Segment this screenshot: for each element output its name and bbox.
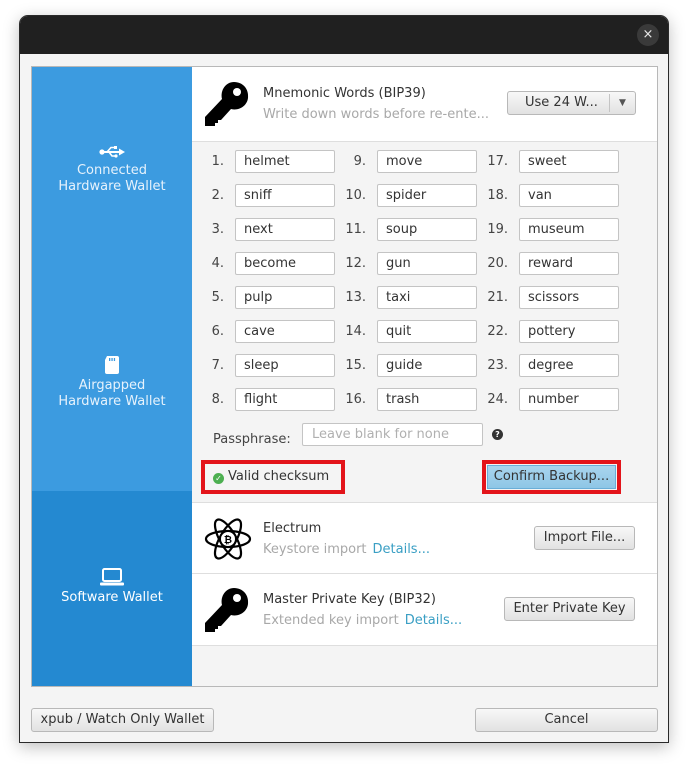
- master-key-details-link[interactable]: Details...: [405, 613, 462, 628]
- word-number-label: 19.: [487, 222, 508, 237]
- electrum-details-link[interactable]: Details...: [373, 542, 430, 557]
- word-count-dropdown[interactable]: Use 24 W... ▼: [507, 91, 636, 115]
- electrum-title: Electrum: [263, 521, 322, 536]
- word-input-2[interactable]: sniff: [235, 184, 335, 207]
- word-input-8[interactable]: flight: [235, 388, 335, 411]
- sidebar-item-label: Airgapped: [78, 378, 146, 393]
- mnemonic-words-grid: 1. helmet 2. sniff 3. next 4. become 5. pulp 6. cav…: [192, 142, 657, 502]
- word-number-label: 6.: [211, 324, 224, 339]
- electrum-section: ₿ Electrum Keystore import Details... Imp…: [192, 502, 657, 574]
- word-input-12[interactable]: gun: [377, 252, 477, 275]
- sidebar-item-label: Hardware Wallet: [58, 179, 166, 194]
- word-input-6[interactable]: cave: [235, 320, 335, 343]
- word-input-7[interactable]: sleep: [235, 354, 335, 377]
- word-count-label: Use 24 W...: [525, 95, 598, 110]
- sidebar-item-label: Software Wallet: [61, 590, 163, 605]
- close-button[interactable]: ×: [637, 24, 659, 46]
- word-input-20[interactable]: reward: [519, 252, 619, 275]
- sidebar-item-label: Connected: [76, 163, 147, 178]
- word-input-10[interactable]: spider: [377, 184, 477, 207]
- word-input-18[interactable]: van: [519, 184, 619, 207]
- confirm-backup-highlight: Confirm Backup...: [482, 460, 621, 494]
- word-input-3[interactable]: next: [235, 218, 335, 241]
- word-number-label: 12.: [345, 256, 366, 271]
- word-number-label: 5.: [211, 290, 224, 305]
- sidebar-item-software-wallet[interactable]: Software Wallet: [32, 491, 192, 686]
- word-input-16[interactable]: trash: [377, 388, 477, 411]
- word-number-label: 24.: [487, 392, 508, 407]
- passphrase-input[interactable]: Leave blank for none: [302, 423, 483, 446]
- mnemonic-section-header: Mnemonic Words (BIP39) Write down words …: [192, 67, 657, 142]
- sidebar-item-airgapped-hardware-wallet[interactable]: Airgapped Hardware Wallet: [32, 356, 192, 416]
- word-number-label: 11.: [345, 222, 366, 237]
- chevron-down-icon[interactable]: ▼: [609, 94, 635, 112]
- confirm-backup-button[interactable]: Confirm Backup...: [487, 465, 616, 489]
- word-input-17[interactable]: sweet: [519, 150, 619, 173]
- word-input-24[interactable]: number: [519, 388, 619, 411]
- word-number-label: 17.: [487, 154, 508, 169]
- key-icon: [205, 588, 249, 632]
- sidebar-item-connected-hardware-wallet[interactable]: Connected Hardware Wallet: [32, 145, 192, 205]
- import-wallet-dialog: × Connected Hardware Wallet Airgapped Ha…: [19, 15, 669, 743]
- master-key-title: Master Private Key (BIP32): [263, 592, 436, 607]
- word-input-1[interactable]: helmet: [235, 150, 335, 173]
- main-panel: Mnemonic Words (BIP39) Write down words …: [192, 67, 657, 686]
- word-number-label: 21.: [487, 290, 508, 305]
- word-number-label: 15.: [345, 358, 366, 373]
- word-number-label: 16.: [345, 392, 366, 407]
- word-number-label: 13.: [345, 290, 366, 305]
- word-input-19[interactable]: museum: [519, 218, 619, 241]
- import-file-button[interactable]: Import File...: [534, 526, 635, 550]
- word-number-label: 4.: [211, 256, 224, 271]
- word-number-label: 8.: [211, 392, 224, 407]
- mnemonic-title: Mnemonic Words (BIP39): [263, 86, 426, 101]
- master-private-key-section: Master Private Key (BIP32) Extended key …: [192, 574, 657, 646]
- passphrase-label: Passphrase:: [213, 432, 291, 447]
- word-input-14[interactable]: quit: [377, 320, 477, 343]
- word-number-label: 10.: [345, 188, 366, 203]
- title-bar: ×: [20, 16, 668, 54]
- word-number-label: 2.: [211, 188, 224, 203]
- usb-icon: [99, 146, 125, 158]
- content-panel: Connected Hardware Wallet Airgapped Hard…: [31, 66, 658, 687]
- word-number-label: 9.: [353, 154, 366, 169]
- word-input-13[interactable]: taxi: [377, 286, 477, 309]
- word-number-label: 22.: [487, 324, 508, 339]
- master-key-subtitle-text: Extended key import: [263, 613, 399, 628]
- word-number-label: 3.: [211, 222, 224, 237]
- sidebar: Connected Hardware Wallet Airgapped Hard…: [32, 67, 192, 686]
- checksum-status: ✓ Valid checksum: [201, 460, 345, 494]
- electrum-atom-icon: ₿: [204, 518, 252, 560]
- word-input-21[interactable]: scissors: [519, 286, 619, 309]
- mnemonic-subtitle: Write down words before re-ente...: [263, 107, 489, 122]
- electrum-subtitle: Keystore import Details...: [263, 542, 430, 557]
- word-number-label: 1.: [211, 154, 224, 169]
- checksum-status-text: Valid checksum: [228, 469, 330, 484]
- svg-text:₿: ₿: [224, 534, 232, 546]
- word-input-5[interactable]: pulp: [235, 286, 335, 309]
- word-number-label: 18.: [487, 188, 508, 203]
- close-icon: ×: [642, 27, 654, 42]
- word-input-22[interactable]: pottery: [519, 320, 619, 343]
- word-number-label: 20.: [487, 256, 508, 271]
- word-number-label: 7.: [211, 358, 224, 373]
- word-input-4[interactable]: become: [235, 252, 335, 275]
- word-input-23[interactable]: degree: [519, 354, 619, 377]
- master-key-subtitle: Extended key import Details...: [263, 613, 462, 628]
- help-icon[interactable]: ?: [492, 429, 503, 440]
- sd-card-icon: [105, 356, 119, 374]
- word-input-9[interactable]: move: [377, 150, 477, 173]
- key-icon: [205, 82, 249, 126]
- enter-private-key-button[interactable]: Enter Private Key: [504, 597, 635, 621]
- check-circle-icon: ✓: [213, 473, 224, 484]
- word-number-label: 23.: [487, 358, 508, 373]
- watch-only-wallet-button[interactable]: xpub / Watch Only Wallet: [31, 708, 214, 732]
- laptop-icon: [100, 568, 124, 586]
- sidebar-item-label: Hardware Wallet: [58, 394, 166, 409]
- cancel-button[interactable]: Cancel: [475, 708, 658, 732]
- word-number-label: 14.: [345, 324, 366, 339]
- word-input-11[interactable]: soup: [377, 218, 477, 241]
- word-input-15[interactable]: guide: [377, 354, 477, 377]
- electrum-subtitle-text: Keystore import: [263, 542, 367, 557]
